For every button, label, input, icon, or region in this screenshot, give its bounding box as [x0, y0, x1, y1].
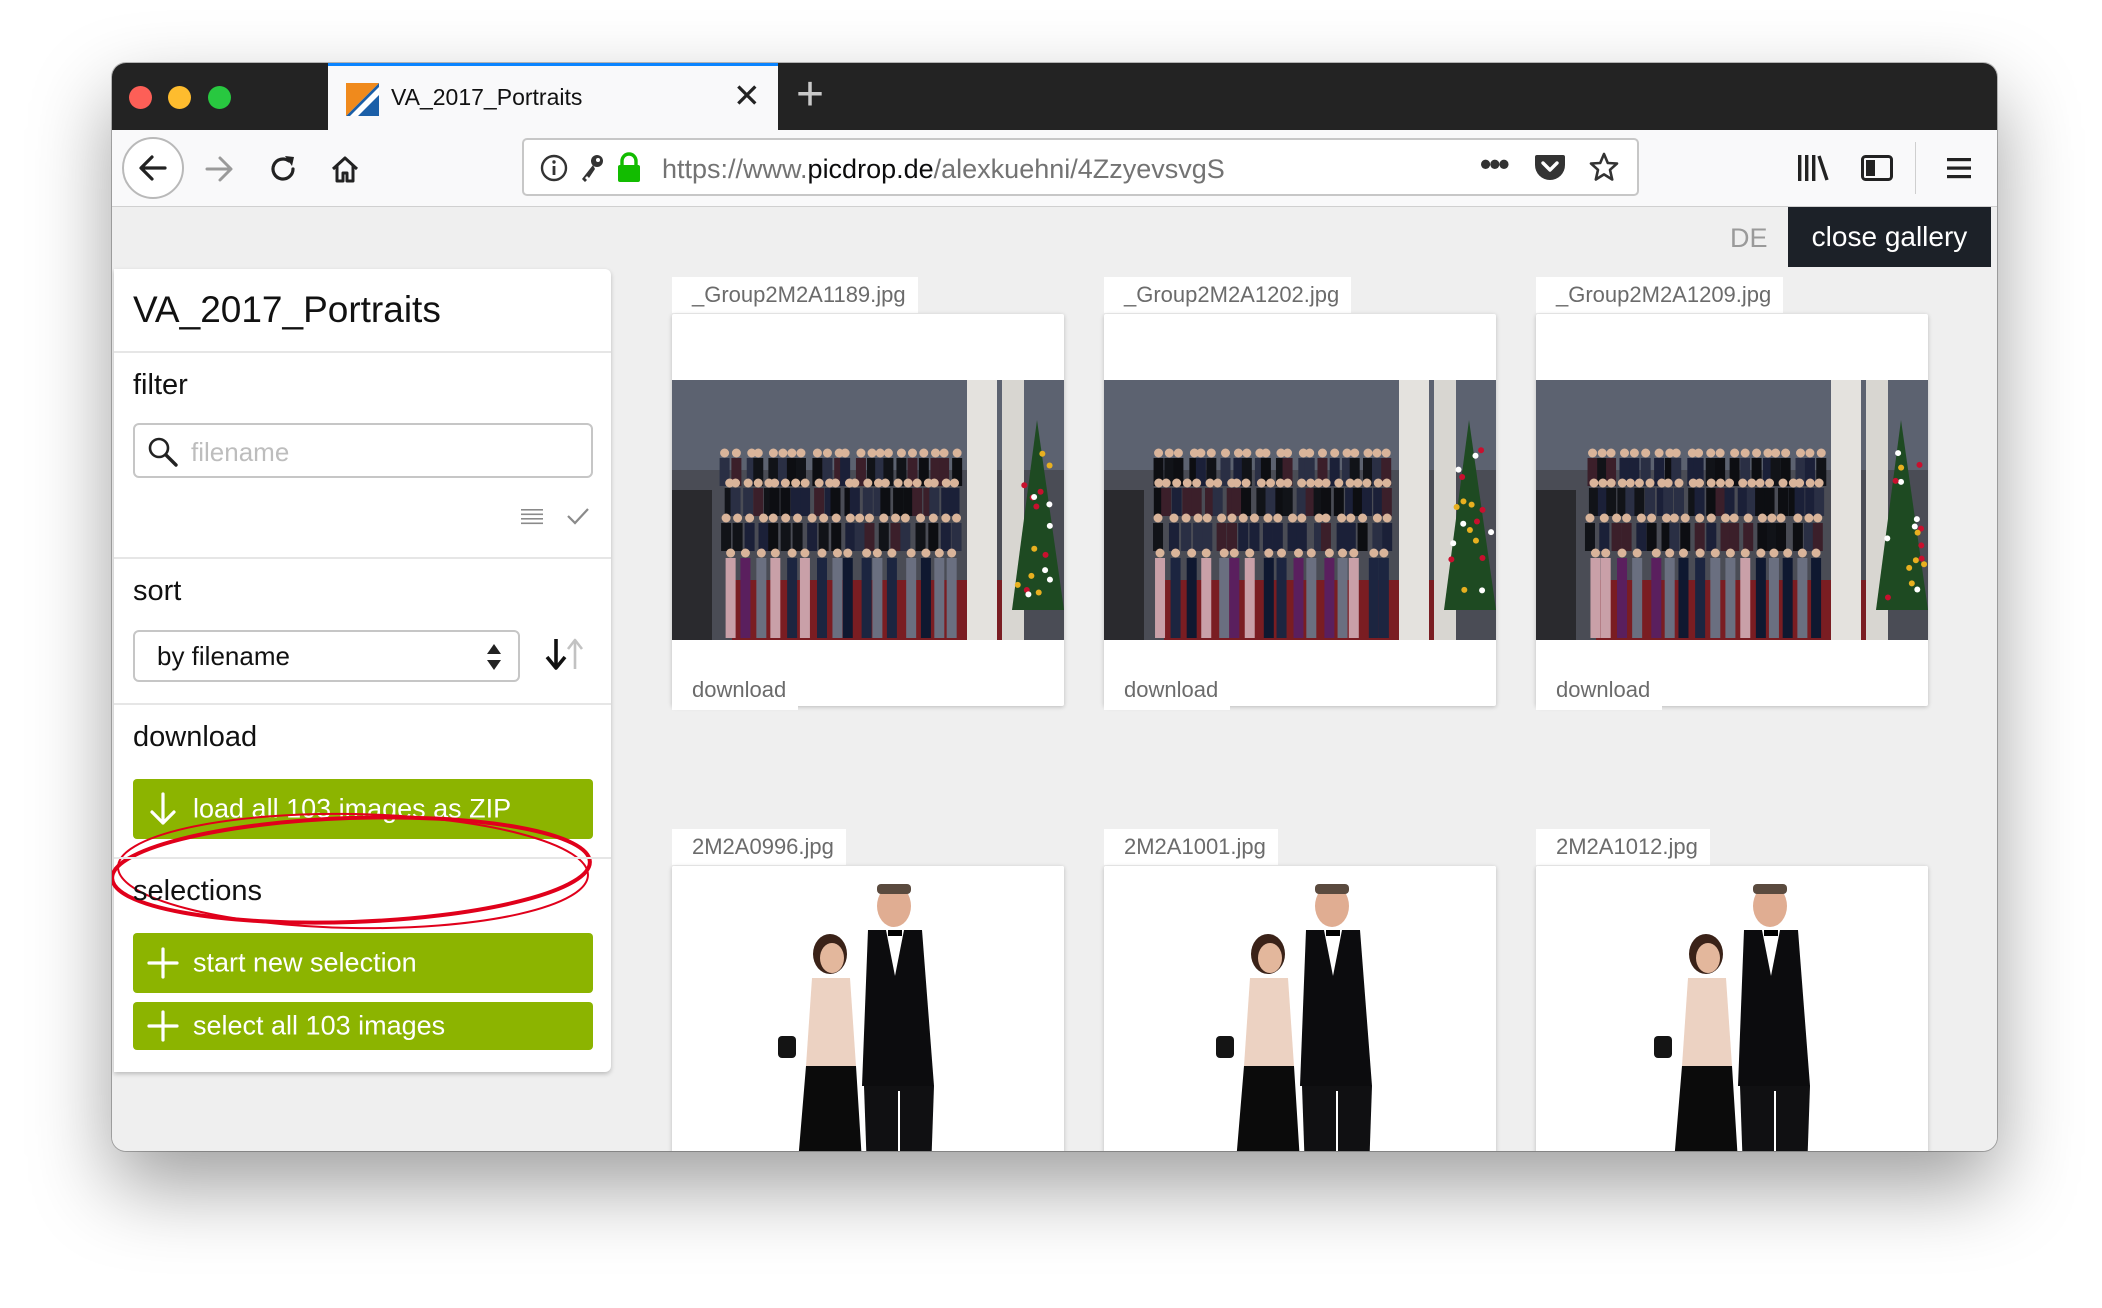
- image-thumbnail[interactable]: [672, 866, 1064, 1151]
- sort-select[interactable]: by filename: [133, 630, 520, 682]
- url-path: /alexkuehni/4ZzyevsvgS: [933, 154, 1225, 184]
- image-thumbnail[interactable]: [1104, 866, 1496, 1151]
- sort-direction-icon[interactable]: [544, 636, 586, 672]
- group-photo-image[interactable]: [672, 380, 1064, 640]
- tab-title: VA_2017_Portraits: [391, 84, 583, 110]
- selections-heading: selections: [133, 875, 262, 907]
- arrow-down-icon: [150, 792, 176, 825]
- toolbar-separator: [1915, 142, 1916, 194]
- image-filename: 2M2A0996.jpg: [672, 829, 846, 865]
- arrow-left-icon: [139, 155, 167, 181]
- url-prefix: https://www.: [662, 154, 808, 184]
- back-button[interactable]: [122, 137, 184, 199]
- zoom-window-button[interactable]: [208, 86, 231, 109]
- image-filename: _Group2M2A1189.jpg: [672, 277, 918, 313]
- image-download-link[interactable]: download: [672, 670, 799, 710]
- bookmark-star-icon[interactable]: [1588, 151, 1620, 183]
- divider: [114, 857, 611, 859]
- lock-icon[interactable]: [616, 152, 642, 184]
- page-actions-more-icon[interactable]: •••: [1480, 146, 1510, 183]
- browser-tab-active[interactable]: VA_2017_Portraits ✕: [328, 63, 778, 130]
- start-new-selection-label: start new selection: [193, 947, 417, 978]
- download-zip-button[interactable]: load all 103 images as ZIP: [133, 779, 593, 839]
- key-icon[interactable]: [578, 153, 606, 183]
- url-host: picdrop.de: [807, 154, 934, 184]
- close-window-button[interactable]: [129, 86, 152, 109]
- divider: [114, 351, 611, 353]
- new-tab-plus-icon[interactable]: +: [796, 67, 824, 122]
- group-photo-image[interactable]: [1536, 380, 1928, 640]
- filter-list-icon[interactable]: [521, 507, 543, 525]
- plus-icon: [147, 1010, 179, 1042]
- home-button[interactable]: [320, 144, 370, 194]
- navigation-toolbar: https://www.picdrop.de/alexkuehni/4Zzyev…: [112, 130, 1997, 207]
- image-download-link[interactable]: download: [1104, 670, 1231, 710]
- filter-input[interactable]: [189, 433, 583, 471]
- sidebar-toggle-icon[interactable]: [1860, 152, 1894, 184]
- divider: [114, 557, 611, 559]
- arrow-right-icon: [205, 156, 233, 182]
- hamburger-menu-icon[interactable]: [1944, 152, 1974, 184]
- couple-photo-image[interactable]: [1104, 866, 1496, 1151]
- address-bar[interactable]: https://www.picdrop.de/alexkuehni/4Zzyev…: [522, 138, 1639, 196]
- language-toggle[interactable]: DE: [1730, 223, 1768, 254]
- sort-selected-value: by filename: [157, 641, 290, 671]
- gallery-sidebar: VA_2017_Portraits filter sort: [112, 269, 611, 1072]
- library-icon[interactable]: [1796, 152, 1830, 184]
- reload-button[interactable]: [258, 144, 308, 194]
- pocket-icon[interactable]: [1534, 152, 1566, 182]
- tab-close-icon[interactable]: ✕: [733, 76, 761, 115]
- tab-bar: VA_2017_Portraits ✕ +: [112, 63, 1997, 130]
- info-icon[interactable]: [540, 154, 568, 182]
- browser-window: VA_2017_Portraits ✕ + https://www.picdro…: [112, 63, 1997, 1151]
- download-zip-label: load all 103 images as ZIP: [193, 793, 512, 824]
- couple-photo-image[interactable]: [1536, 866, 1928, 1151]
- reload-icon: [271, 156, 295, 181]
- home-icon: [331, 156, 359, 183]
- select-all-images-label: select all 103 images: [193, 1010, 446, 1041]
- picdrop-favicon-icon: [346, 83, 379, 116]
- image-filename: _Group2M2A1202.jpg: [1104, 277, 1352, 313]
- minimize-window-button[interactable]: [168, 86, 191, 109]
- search-icon: [148, 437, 178, 467]
- select-all-images-button[interactable]: select all 103 images: [133, 1002, 593, 1050]
- image-filename: _Group2M2A1209.jpg: [1536, 277, 1784, 313]
- sort-heading: sort: [133, 575, 182, 607]
- image-download-link[interactable]: download: [1536, 670, 1663, 710]
- image-thumbnail[interactable]: [1536, 866, 1928, 1151]
- forward-button[interactable]: [194, 144, 244, 194]
- image-filename: 2M2A1001.jpg: [1104, 829, 1278, 865]
- start-new-selection-button[interactable]: start new selection: [133, 933, 593, 993]
- url-text[interactable]: https://www.picdrop.de/alexkuehni/4Zzyev…: [662, 154, 1225, 185]
- image-thumbnail[interactable]: [1536, 314, 1928, 706]
- gallery-title: VA_2017_Portraits: [133, 289, 441, 330]
- filter-heading: filter: [133, 369, 188, 401]
- page-content: DE close gallery VA_2017_Portraits filte…: [112, 207, 1997, 1151]
- image-thumbnail[interactable]: [1104, 314, 1496, 706]
- download-heading: download: [133, 721, 258, 753]
- image-filename: 2M2A1012.jpg: [1536, 829, 1710, 865]
- filter-field[interactable]: [133, 423, 593, 478]
- divider: [114, 703, 611, 705]
- close-gallery-button[interactable]: close gallery: [1788, 207, 1991, 267]
- select-updown-icon: [487, 644, 501, 670]
- couple-photo-image[interactable]: [672, 866, 1064, 1151]
- image-thumbnail[interactable]: [672, 314, 1064, 706]
- plus-icon: [147, 947, 179, 979]
- group-photo-image[interactable]: [1104, 380, 1496, 640]
- filter-apply-check-icon[interactable]: [566, 506, 590, 526]
